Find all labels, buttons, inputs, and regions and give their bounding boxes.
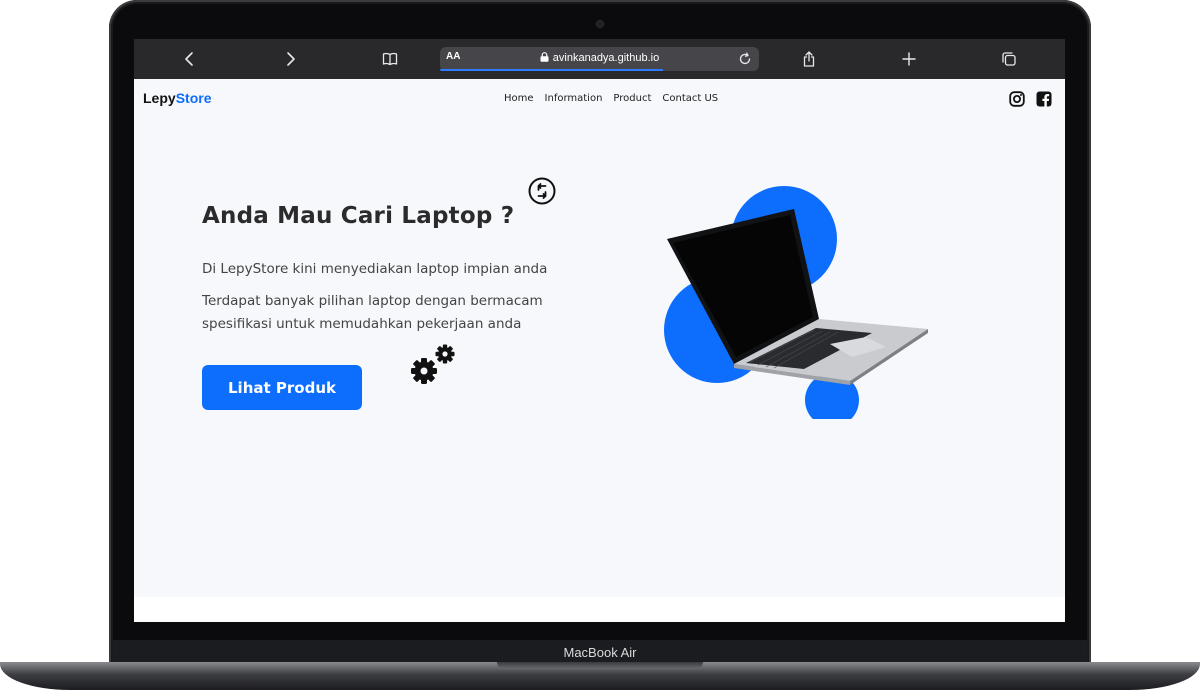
tabs-icon	[1002, 52, 1016, 66]
page-load-progress	[440, 69, 664, 71]
gears-icon	[411, 344, 455, 384]
forward-button[interactable]	[270, 39, 310, 79]
site-navbar: LepyStore Home Information Product Conta…	[134, 79, 1065, 119]
page-footer-area	[134, 597, 1065, 622]
tabs-overview-button[interactable]	[989, 39, 1029, 79]
camera-icon	[597, 21, 603, 27]
nav-menu: Home Information Product Contact US	[504, 93, 718, 104]
nav-link-information[interactable]: Information	[545, 93, 603, 104]
instagram-icon[interactable]	[1009, 91, 1025, 107]
nav-link-contact[interactable]: Contact US	[662, 93, 718, 104]
laptop-hinge-notch	[497, 662, 703, 669]
chevron-right-icon	[287, 52, 295, 66]
plus-icon	[902, 52, 916, 66]
browser-toolbar: AA avinkanadya.github.io	[134, 39, 1065, 79]
share-icon	[803, 51, 815, 67]
exchange-icon	[528, 177, 556, 205]
device-label: MacBook Air	[563, 645, 637, 660]
hero-text-1: Di LepyStore kini menyediakan laptop imp…	[202, 261, 548, 277]
nav-link-home[interactable]: Home	[504, 93, 534, 104]
reload-icon[interactable]	[737, 51, 753, 67]
address-bar[interactable]: AA avinkanadya.github.io	[440, 47, 759, 71]
book-icon	[382, 52, 398, 66]
bookmarks-button[interactable]	[370, 39, 410, 79]
web-page: LepyStore Home Information Product Conta…	[134, 79, 1065, 597]
share-button[interactable]	[789, 39, 829, 79]
nav-link-product[interactable]: Product	[613, 93, 651, 104]
url-text[interactable]: avinkanadya.github.io	[440, 52, 759, 64]
back-button[interactable]	[170, 39, 210, 79]
lock-icon	[540, 52, 549, 62]
view-products-button[interactable]: Lihat Produk	[202, 365, 362, 410]
hero-title: Anda Mau Cari Laptop ?	[202, 203, 515, 229]
chevron-left-icon	[185, 52, 193, 66]
screen: AA avinkanadya.github.io LepyStore Home …	[134, 39, 1065, 622]
hero-text-2: Terdapat banyak pilihan laptop dengan be…	[202, 293, 543, 332]
site-logo[interactable]: LepyStore	[143, 90, 211, 106]
laptop-illustration	[664, 186, 928, 419]
facebook-icon[interactable]	[1036, 91, 1052, 107]
new-tab-button[interactable]	[889, 39, 929, 79]
